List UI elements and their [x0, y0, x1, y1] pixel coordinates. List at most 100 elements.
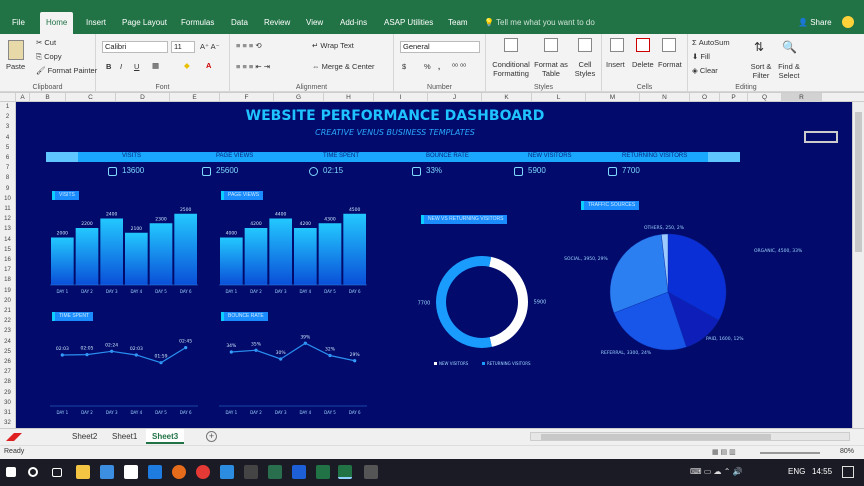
column-header[interactable]: F — [220, 93, 274, 102]
task-view-icon[interactable] — [52, 468, 62, 477]
grow-font-icon[interactable]: A⁺ A⁻ — [200, 42, 220, 51]
delete-cells-icon[interactable] — [636, 38, 650, 52]
find-select-button[interactable]: Find & Select — [776, 62, 802, 80]
menu-asap-utilities[interactable]: ASAP Utilities — [378, 12, 439, 34]
chrome-icon[interactable] — [196, 465, 210, 479]
cell-styles-icon[interactable] — [578, 38, 592, 52]
mail-icon[interactable] — [220, 465, 234, 479]
row-header[interactable]: 12 — [0, 214, 15, 224]
share-button[interactable]: 👤 Share — [798, 12, 832, 34]
column-header[interactable]: D — [116, 93, 170, 102]
row-header[interactable]: 17 — [0, 265, 15, 275]
menu-file[interactable]: File — [6, 12, 31, 34]
row-header[interactable]: 15 — [0, 245, 15, 255]
edge-icon[interactable] — [148, 465, 162, 479]
row-header[interactable]: 14 — [0, 235, 15, 245]
selected-cell[interactable] — [804, 131, 838, 143]
row-header[interactable]: 27 — [0, 367, 15, 377]
number-format-select[interactable]: General — [400, 41, 480, 53]
underline-button[interactable]: U — [134, 62, 139, 71]
column-header[interactable]: Q — [748, 93, 782, 102]
column-header[interactable]: P — [720, 93, 748, 102]
column-header[interactable]: R — [782, 93, 822, 102]
view-mode-icons[interactable]: ▦ ▤ ▥ — [712, 448, 736, 456]
column-header[interactable]: I — [374, 93, 428, 102]
row-header[interactable]: 24 — [0, 337, 15, 347]
tab-sheet1[interactable]: Sheet1 — [106, 429, 143, 444]
row-header[interactable]: 7 — [0, 163, 15, 173]
format-painter-button[interactable]: 🖌 Format Painter — [36, 66, 97, 75]
percent-button[interactable]: % — [424, 62, 431, 71]
font-size-select[interactable]: 11 — [171, 41, 195, 53]
column-header[interactable]: B — [30, 93, 66, 102]
conditional-formatting-button[interactable]: Conditional Formatting — [490, 60, 532, 78]
autosum-button[interactable]: Σ AutoSum — [692, 38, 730, 47]
format-table-icon[interactable] — [544, 38, 558, 52]
row-header[interactable]: 2 — [0, 112, 15, 122]
settings-app-icon[interactable] — [124, 465, 138, 479]
insert-cells-button[interactable]: Insert — [606, 60, 625, 69]
column-header[interactable]: A — [16, 93, 30, 102]
zoom-level[interactable]: 80% — [840, 448, 854, 455]
paste-button[interactable]: Paste — [6, 62, 25, 71]
row-header[interactable]: 25 — [0, 347, 15, 357]
tab-nav-arrows[interactable] — [4, 431, 30, 443]
cut-button[interactable]: ✂ Cut — [36, 38, 56, 47]
row-header[interactable]: 30 — [0, 398, 15, 408]
column-header[interactable]: L — [532, 93, 586, 102]
smiley-icon[interactable] — [842, 16, 854, 28]
row-header[interactable]: 5 — [0, 143, 15, 153]
column-header[interactable]: N — [640, 93, 690, 102]
row-header[interactable]: 19 — [0, 286, 15, 296]
app-icon-3[interactable] — [292, 465, 306, 479]
conditional-formatting-icon[interactable] — [504, 38, 518, 52]
row-header[interactable]: 8 — [0, 173, 15, 183]
worksheet-dashboard[interactable]: WEBSITE PERFORMANCE DASHBOARD CREATIVE V… — [16, 102, 852, 428]
delete-cells-button[interactable]: Delete — [632, 60, 654, 69]
row-header[interactable]: 18 — [0, 275, 15, 285]
align-top-icons[interactable]: ≡ ≡ ≡ ⟲ — [236, 41, 262, 50]
format-cells-icon[interactable] — [662, 38, 676, 52]
column-header[interactable]: H — [324, 93, 374, 102]
select-all-corner[interactable] — [0, 93, 16, 102]
paste-icon[interactable] — [8, 40, 24, 60]
decimal-icons[interactable]: ⁰⁰ ⁰⁰ — [452, 62, 466, 71]
border-icon[interactable]: ▦ — [152, 61, 159, 70]
font-name-select[interactable]: Calibri — [102, 41, 168, 53]
row-header[interactable]: 13 — [0, 224, 15, 234]
column-header[interactable]: E — [170, 93, 220, 102]
bold-button[interactable]: B — [106, 62, 111, 71]
app-icon-5[interactable] — [364, 465, 378, 479]
row-header[interactable]: 6 — [0, 153, 15, 163]
column-header[interactable]: J — [428, 93, 482, 102]
fill-button[interactable]: ⬇ Fill — [692, 52, 710, 61]
app-icon-1[interactable] — [244, 465, 258, 479]
horizontal-scrollbar[interactable] — [530, 432, 850, 441]
row-header[interactable]: 11 — [0, 204, 15, 214]
tab-sheet3[interactable]: Sheet3 — [146, 429, 185, 444]
row-header[interactable]: 4 — [0, 133, 15, 143]
zoom-slider[interactable] — [760, 452, 820, 454]
notification-icon[interactable] — [842, 466, 854, 478]
row-header[interactable]: 3 — [0, 122, 15, 132]
windows-start-icon[interactable] — [6, 467, 16, 477]
app-icon-2[interactable] — [268, 465, 282, 479]
tab-sheet2[interactable]: Sheet2 — [66, 429, 103, 444]
align-left-icons[interactable]: ≡ ≡ ≡ ⇤ ⇥ — [236, 62, 270, 71]
row-header[interactable]: 29 — [0, 388, 15, 398]
copy-button[interactable]: ⎘ Copy — [36, 52, 62, 62]
row-header[interactable]: 16 — [0, 255, 15, 265]
comma-button[interactable]: , — [438, 62, 440, 71]
sort-filter-button[interactable]: Sort & Filter — [748, 62, 774, 80]
menu-home[interactable]: Home — [40, 12, 74, 34]
menu-data[interactable]: Data — [225, 12, 254, 34]
menu-formulas[interactable]: Formulas — [175, 12, 220, 34]
tell-me-search[interactable]: 💡 Tell me what you want to do — [484, 12, 595, 34]
clear-button[interactable]: ◈ Clear — [692, 66, 718, 75]
row-header[interactable]: 31 — [0, 408, 15, 418]
row-header[interactable]: 23 — [0, 326, 15, 336]
row-header[interactable]: 9 — [0, 184, 15, 194]
menu-insert[interactable]: Insert — [80, 12, 112, 34]
tray-icons[interactable]: ⌨ ▭ ☁ ⌃ 🔊 — [690, 467, 743, 476]
format-as-table-button[interactable]: Format as Table — [534, 60, 568, 78]
